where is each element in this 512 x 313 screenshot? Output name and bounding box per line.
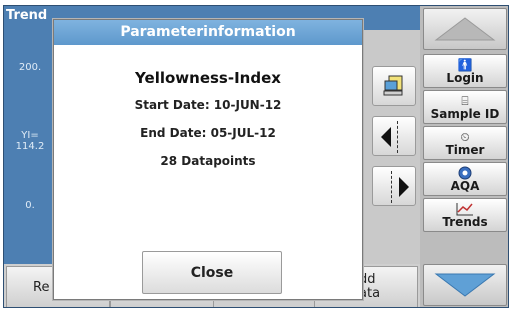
trend-chart-icon: [456, 203, 473, 216]
timer-button[interactable]: ⏲ Timer: [423, 126, 507, 160]
end-date: End Date: 05-JUL-12: [140, 126, 276, 140]
y-axis-bar: 200. YI= 114.2 0.: [4, 30, 56, 264]
scroll-down-button[interactable]: [423, 264, 507, 306]
sample-id-label: Sample ID: [430, 107, 500, 121]
parameter-information-dialog: Parameterinformation Yellowness-Index St…: [53, 19, 363, 300]
arrow-right-icon: [399, 177, 409, 197]
trend-title: Trend: [6, 8, 48, 23]
close-button[interactable]: Close: [142, 251, 282, 294]
datapoint-count: 28 Datapoints: [160, 154, 256, 168]
scroll-right-button[interactable]: [372, 166, 416, 206]
dialog-title: Parameterinformation: [54, 20, 362, 45]
trends-button[interactable]: Trends: [423, 198, 507, 232]
timer-label: Timer: [445, 143, 485, 157]
computer-icon: [383, 75, 403, 96]
triangle-up-icon: [434, 17, 496, 41]
aqa-button[interactable]: AQA: [423, 162, 507, 196]
scroll-up-button[interactable]: [423, 8, 507, 50]
y-tick-top: 200.: [18, 62, 42, 73]
scroll-left-button[interactable]: [372, 116, 416, 156]
aqa-icon: [458, 166, 472, 180]
parameter-name: Yellowness-Index: [135, 69, 281, 87]
login-button[interactable]: 🚹 Login: [423, 54, 507, 88]
sample-id-button[interactable]: ⌸ Sample ID: [423, 90, 507, 124]
side-panel: 🚹 Login ⌸ Sample ID ⏲ Timer AQA Trends: [420, 6, 508, 307]
print-button[interactable]: [372, 66, 416, 106]
arrow-left-icon: [381, 127, 391, 147]
aqa-label: AQA: [450, 179, 480, 193]
y-tick-zero: 0.: [25, 200, 35, 211]
trends-label: Trends: [442, 215, 488, 229]
y-tick-current: YI= 114.2: [15, 130, 45, 152]
login-label: Login: [446, 71, 484, 85]
start-date: Start Date: 10-JUN-12: [134, 98, 282, 112]
triangle-down-icon: [434, 273, 496, 297]
